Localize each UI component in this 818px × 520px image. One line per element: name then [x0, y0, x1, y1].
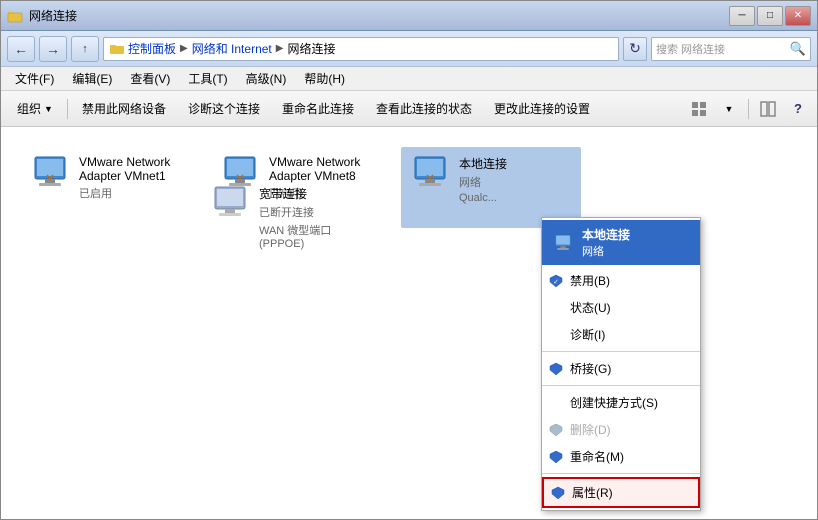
ctx-item-create-shortcut[interactable]: 创建快捷方式(S) [542, 389, 700, 416]
ctx-diagnose-label: 诊断(I) [570, 326, 605, 343]
ctx-item-properties[interactable]: 属性(R) [542, 477, 700, 508]
menu-view[interactable]: 查看(V) [122, 68, 178, 89]
ctx-item-rename[interactable]: 重命名(M) [542, 443, 700, 470]
title-bar-controls: ─ □ ✕ [729, 6, 811, 26]
change-settings-button[interactable]: 更改此连接的设置 [484, 95, 600, 123]
ctx-disable-label: 禁用(B) [570, 272, 610, 289]
vmnet1-status: 已启用 [79, 185, 193, 201]
local-detail: Qualc... [459, 192, 507, 204]
navigation-bar: ← → ↑ 控制面板 ▶ 网络和 Internet ▶ 网络连接 ↻ 搜索 网络… [1, 31, 817, 67]
ctx-separator-2 [542, 385, 700, 386]
breadcrumb: 控制面板 ▶ 网络和 Internet ▶ 网络连接 [103, 37, 619, 61]
help-button[interactable]: ? [785, 96, 811, 122]
ctx-header-icon [552, 233, 574, 253]
panel-icon [760, 101, 776, 117]
ctx-status-label: 状态(U) [570, 299, 611, 316]
main-content: VMware Network Adapter VMnet1 已启用 [1, 127, 817, 519]
organize-button[interactable]: 组织 ▼ [7, 95, 63, 123]
local-connection-icon [409, 155, 451, 194]
context-menu: 本地连接 网络 ✓ 禁用(B) 状态(U) 诊断(I [541, 217, 701, 511]
main-window: 网络连接 ─ □ ✕ ← → ↑ 控制面板 ▶ 网络和 Internet ▶ 网… [0, 0, 818, 520]
ctx-separator-1 [542, 351, 700, 352]
menu-file[interactable]: 文件(F) [7, 68, 62, 89]
window-title: 网络连接 [29, 7, 77, 24]
network-item-vmnet1[interactable]: VMware Network Adapter VMnet1 已启用 [21, 147, 201, 228]
window-icon [7, 8, 23, 24]
ctx-shield-icon-delete [548, 422, 564, 438]
ctx-item-bridge[interactable]: 桥接(G) [542, 355, 700, 382]
breadcrumb-item-1[interactable]: 控制面板 [128, 40, 176, 57]
toolbar-separator-2 [748, 99, 749, 119]
ctx-delete-label: 删除(D) [570, 421, 611, 438]
folder-icon [110, 43, 124, 55]
title-bar-left: 网络连接 [7, 7, 77, 24]
organize-dropdown-icon: ▼ [44, 104, 53, 114]
view-toggle-icon [691, 101, 707, 117]
view-icon-button[interactable] [686, 96, 712, 122]
ctx-shield-icon-disable: ✓ [548, 273, 564, 289]
maximize-button[interactable]: □ [757, 6, 783, 26]
local-name: 本地连接 [459, 155, 507, 172]
broadband-icon [209, 185, 251, 224]
rename-button[interactable]: 重命名此连接 [272, 95, 364, 123]
ctx-header-detail: 网络 [582, 243, 630, 259]
vmnet1-info: VMware Network Adapter VMnet1 已启用 [79, 155, 193, 201]
view-status-button[interactable]: 查看此连接的状态 [366, 95, 482, 123]
forward-button[interactable]: → [39, 36, 67, 62]
ctx-rename-label: 重命名(M) [570, 448, 624, 465]
ctx-properties-label: 属性(R) [572, 484, 613, 501]
disable-network-button[interactable]: 禁用此网络设备 [72, 95, 176, 123]
diagnose-button[interactable]: 诊断这个连接 [178, 95, 270, 123]
context-menu-header: 本地连接 网络 [542, 220, 700, 265]
broadband-status: 已断开连接 [259, 204, 373, 220]
close-button[interactable]: ✕ [785, 6, 811, 26]
toolbar: 组织 ▼ 禁用此网络设备 诊断这个连接 重命名此连接 查看此连接的状态 更改此连… [1, 91, 817, 127]
toolbar-right: ▼ ? [686, 96, 811, 122]
menu-help[interactable]: 帮助(H) [296, 68, 353, 89]
search-icon: 🔍 [790, 41, 806, 57]
ctx-shield-icon-rename [548, 449, 564, 465]
view-dropdown-button[interactable]: ▼ [716, 96, 742, 122]
back-button[interactable]: ← [7, 36, 35, 62]
title-bar: 网络连接 ─ □ ✕ [1, 1, 817, 31]
ctx-item-status[interactable]: 状态(U) [542, 294, 700, 321]
network-item-broadband[interactable]: 宽带连接 已断开连接 WAN 微型端口 (PPPOE) [201, 177, 381, 258]
vmnet1-name: VMware Network Adapter VMnet1 [79, 155, 193, 183]
ctx-bridge-label: 桥接(G) [570, 360, 611, 377]
svg-text:✓: ✓ [553, 279, 559, 286]
breadcrumb-sep-2: ▶ [276, 43, 284, 54]
ctx-item-delete[interactable]: 删除(D) [542, 416, 700, 443]
local-status: 网络 [459, 174, 507, 190]
refresh-button[interactable]: ↻ [623, 37, 647, 61]
ctx-separator-3 [542, 473, 700, 474]
ctx-shield-icon-bridge [548, 361, 564, 377]
ctx-header-name: 本地连接 [582, 226, 630, 243]
ctx-item-diagnose[interactable]: 诊断(I) [542, 321, 700, 348]
broadband-type: WAN 微型端口 (PPPOE) [259, 222, 373, 250]
vmnet1-icon [29, 155, 71, 194]
local-info: 本地连接 网络 Qualc... [459, 155, 507, 204]
network-item-local[interactable]: 本地连接 网络 Qualc... [401, 147, 581, 228]
broadband-info: 宽带连接 已断开连接 WAN 微型端口 (PPPOE) [259, 185, 373, 250]
minimize-button[interactable]: ─ [729, 6, 755, 26]
broadband-name: 宽带连接 [259, 185, 373, 202]
panel-toggle-button[interactable] [755, 96, 781, 122]
up-button[interactable]: ↑ [71, 36, 99, 62]
breadcrumb-item-3: 网络连接 [287, 40, 335, 57]
ctx-item-disable[interactable]: ✓ 禁用(B) [542, 267, 700, 294]
breadcrumb-sep-1: ▶ [180, 43, 188, 54]
menu-bar: 文件(F) 编辑(E) 查看(V) 工具(T) 高级(N) 帮助(H) [1, 67, 817, 91]
ctx-shortcut-label: 创建快捷方式(S) [570, 394, 658, 411]
search-placeholder: 搜索 网络连接 [656, 41, 725, 57]
search-bar[interactable]: 搜索 网络连接 🔍 [651, 37, 811, 61]
menu-edit[interactable]: 编辑(E) [64, 68, 120, 89]
ctx-shield-icon-properties [550, 485, 566, 501]
menu-tools[interactable]: 工具(T) [180, 68, 235, 89]
menu-advanced[interactable]: 高级(N) [238, 68, 295, 89]
toolbar-separator-1 [67, 99, 68, 119]
breadcrumb-item-2[interactable]: 网络和 Internet [192, 40, 272, 57]
